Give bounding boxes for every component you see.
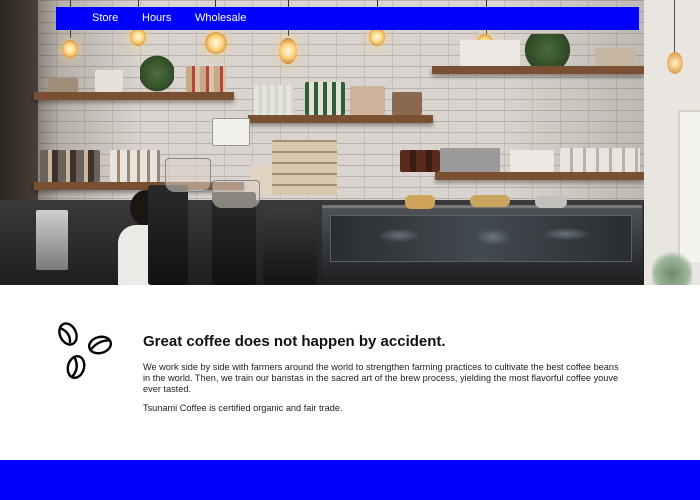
main-nav: Store Hours Wholesale — [56, 7, 639, 30]
nav-link-store[interactable]: Store — [92, 12, 118, 24]
coffee-beans-icon — [58, 322, 113, 380]
nav-link-hours[interactable]: Hours — [142, 12, 171, 24]
intro-headline: Great coffee does not happen by accident… — [143, 333, 446, 350]
hero-image — [0, 0, 644, 285]
nav-link-wholesale[interactable]: Wholesale — [195, 12, 246, 24]
certification-text: Tsunami Coffee is certified organic and … — [143, 403, 343, 413]
intro-paragraph: We work side by side with farmers around… — [143, 362, 619, 394]
hero-side-panel — [644, 0, 700, 285]
pendant-lamp-icon — [667, 52, 683, 74]
footer-bar — [0, 460, 700, 500]
